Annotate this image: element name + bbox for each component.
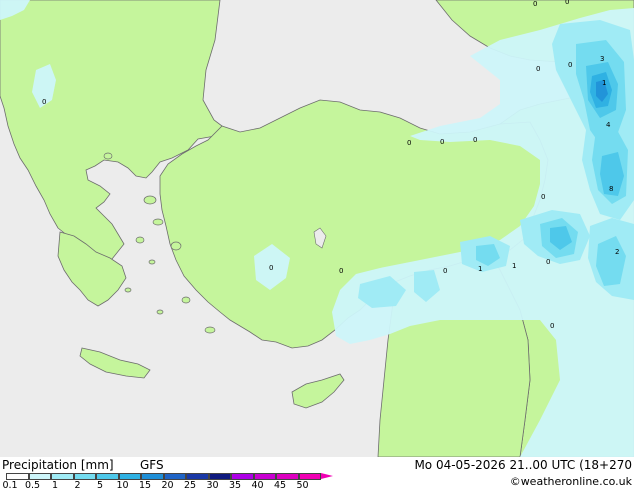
legend-arrow [321,473,333,479]
map-label: 0 [339,267,343,275]
legend-swatch [231,473,254,480]
legend-swatch [163,473,186,480]
legend-swatch [118,473,141,480]
map-label: 3 [600,55,604,63]
forecast-datetime: Mo 04-05-2026 21..00 UTC (18+270 [414,458,632,472]
map-label: 1 [478,265,482,273]
map-label: 0 [536,65,540,73]
legend-swatch [73,473,96,480]
map-label: 0 [443,267,447,275]
legend-swatch [253,473,276,480]
legend-swatch [141,473,164,480]
legend-swatch [298,473,321,480]
map-label: 0 [541,193,545,201]
map-label: 0 [440,138,444,146]
map-label: 2 [615,248,619,256]
legend-swatch [96,473,119,480]
map-label: 4 [606,121,611,129]
model-name: GFS [140,458,164,472]
map-label: 1 [602,79,606,87]
map-label: 1 [512,262,516,270]
legend-swatch [6,473,29,480]
credit-text: ©weatheronline.co.uk [509,475,632,488]
map-label: 0 [473,136,477,144]
legend-swatch [28,473,51,480]
map-label: 8 [609,185,613,193]
map-label: 0 [42,98,46,106]
map-label: 0 [550,322,554,330]
precipitation-title: Precipitation [mm] [2,458,114,472]
map-label: 0 [565,0,569,6]
legend-swatch [276,473,299,480]
map-label: 0 [533,0,537,8]
precipitation-map: 0 0 0 0 0 3 1 4 8 0 0 0 0 1 1 0 2 0 0 0 … [0,0,634,457]
legend-swatch [186,473,209,480]
map-label: 0 [407,139,411,147]
map-label: 0 [269,264,273,272]
map-label: 0 [568,61,572,69]
map-label: 0 [546,258,550,266]
legend-swatch [208,473,231,480]
legend-swatch [51,473,74,480]
